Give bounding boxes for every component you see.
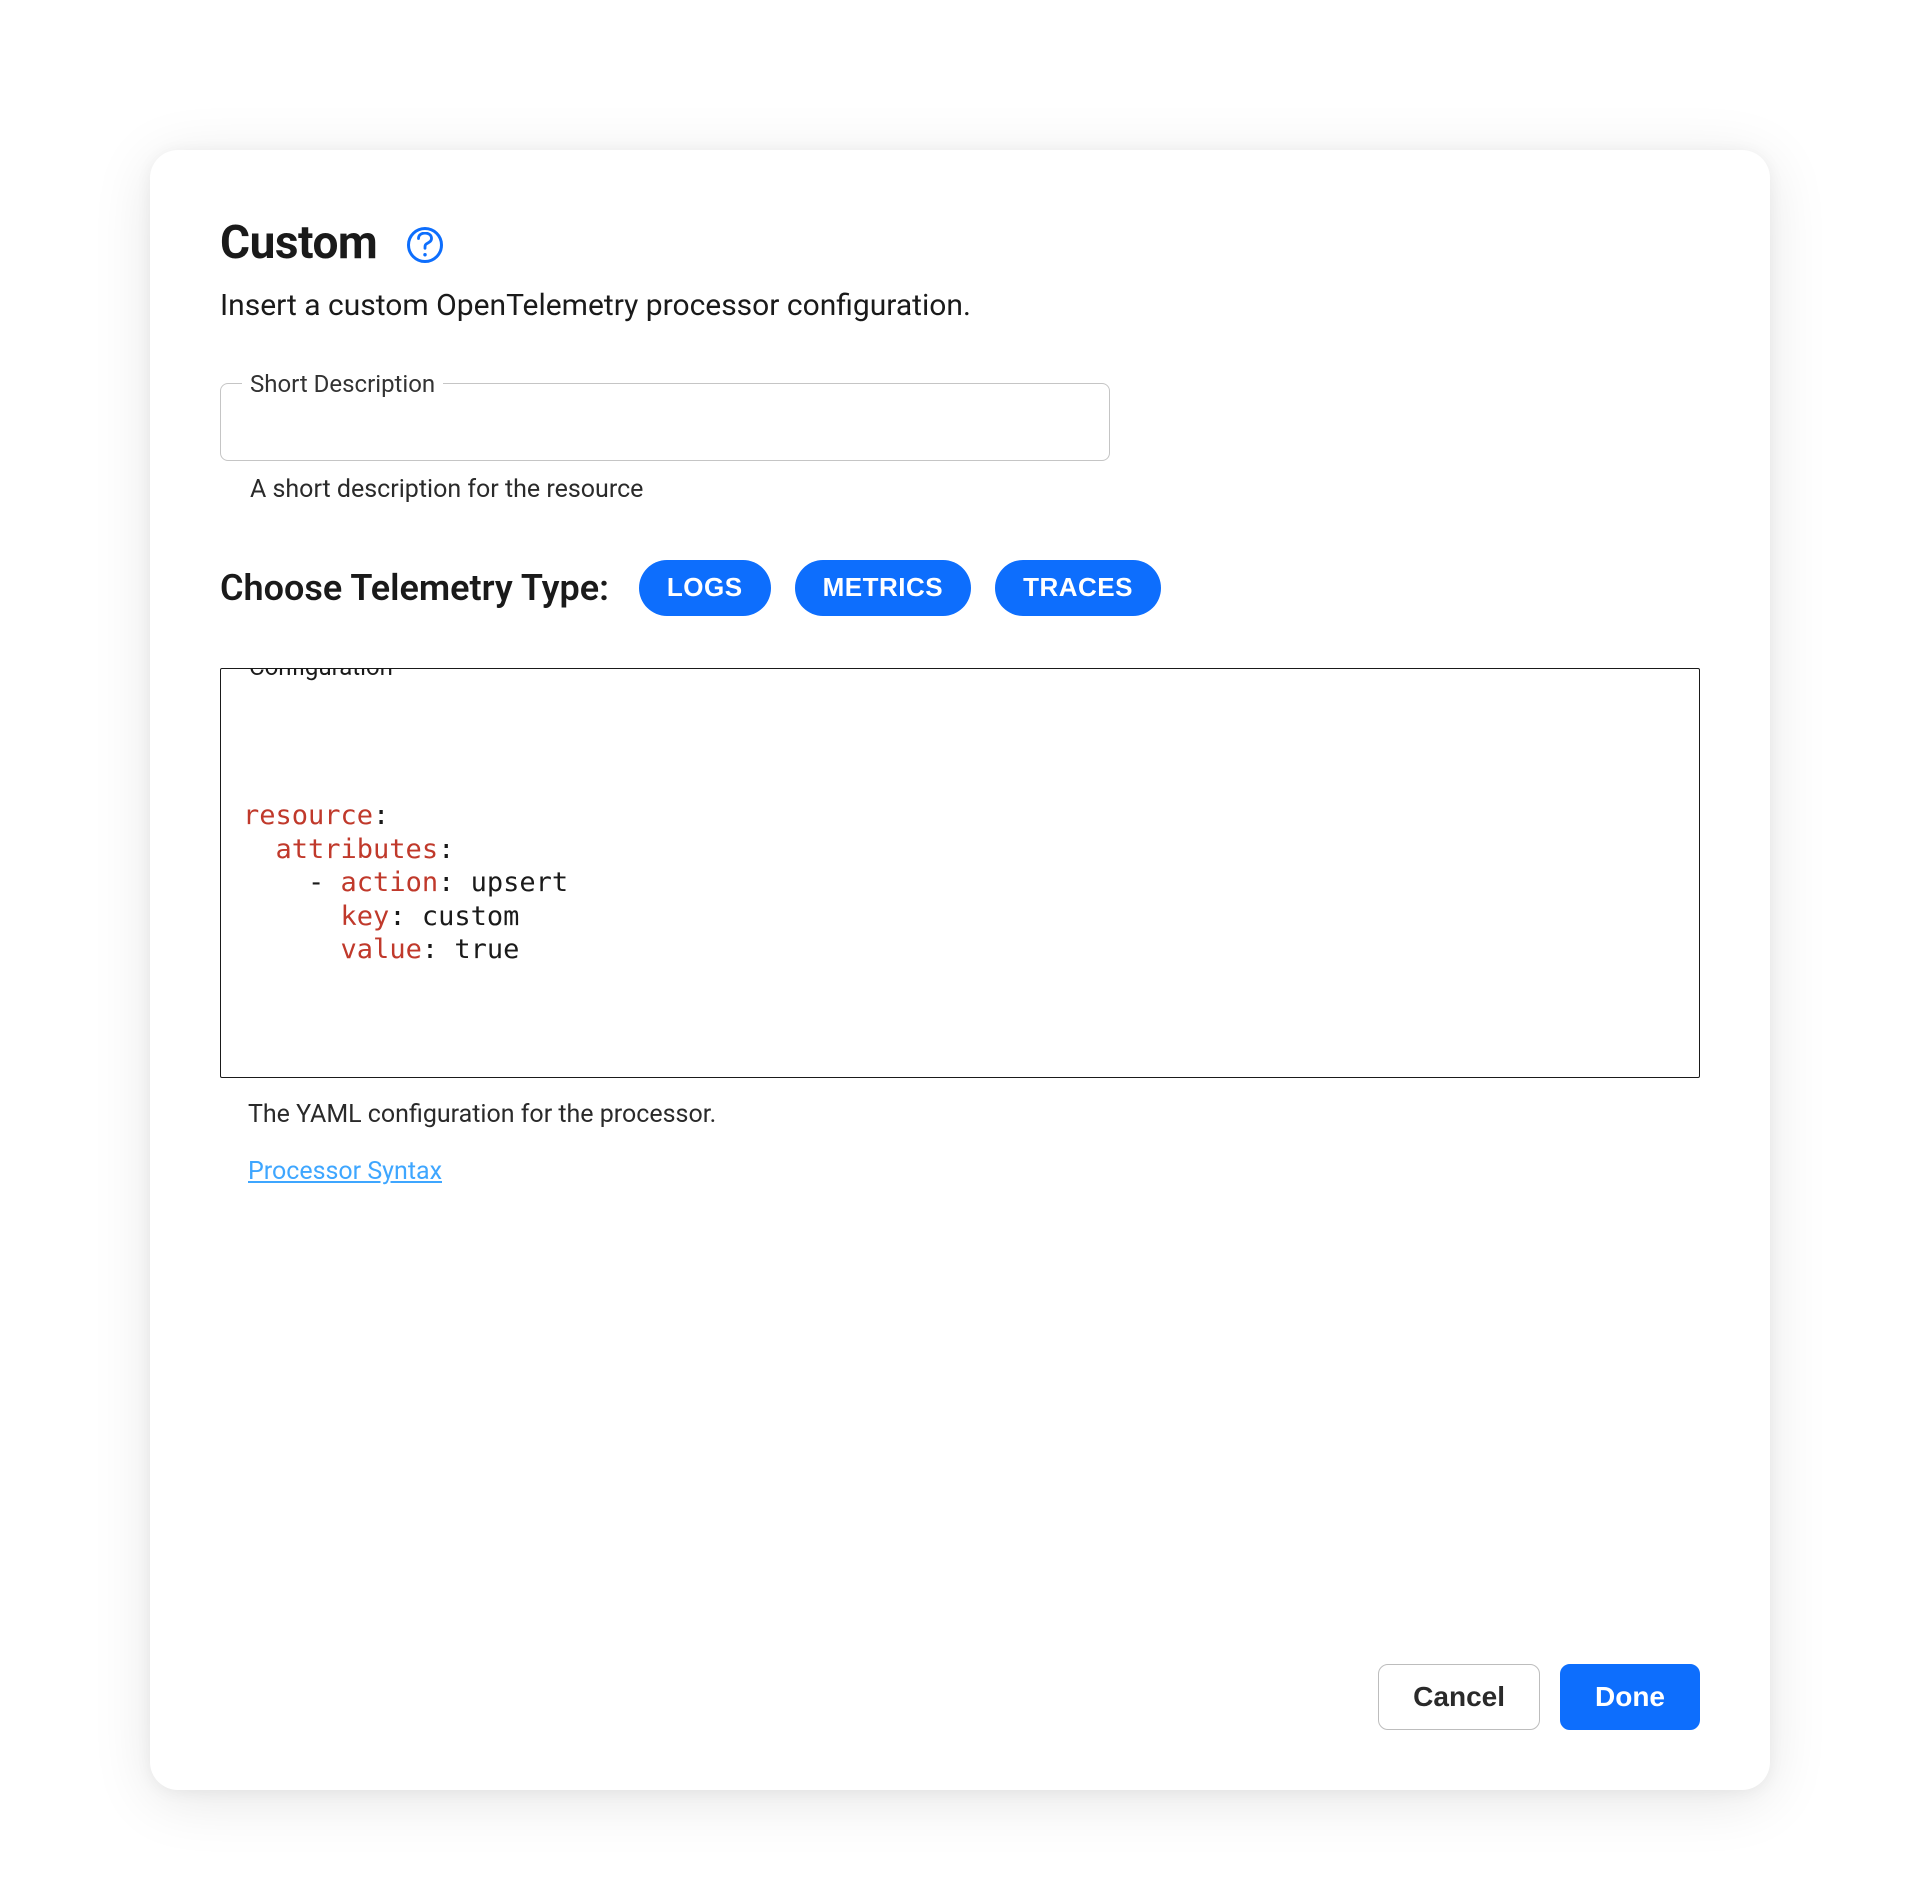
done-button[interactable]: Done xyxy=(1560,1664,1700,1730)
dialog-header: Custom xyxy=(220,216,1700,270)
configuration-helper: The YAML configuration for the processor… xyxy=(220,1100,1700,1129)
help-icon[interactable] xyxy=(407,227,443,263)
cancel-button[interactable]: Cancel xyxy=(1378,1664,1540,1730)
dialog-subtitle: Insert a custom OpenTelemetry processor … xyxy=(220,288,1700,323)
telemetry-chip-traces[interactable]: TRACES xyxy=(995,560,1161,616)
configuration-label: Configuration * xyxy=(241,668,417,683)
short-description-field-wrap: Short Description xyxy=(220,383,1700,461)
short-description-helper: A short description for the resource xyxy=(220,475,1700,504)
dialog-card: Custom Insert a custom OpenTelemetry pro… xyxy=(150,150,1770,1790)
dialog-title: Custom xyxy=(220,216,377,270)
processor-syntax-link[interactable]: Processor Syntax xyxy=(220,1157,1700,1186)
telemetry-chip-logs[interactable]: LOGS xyxy=(639,560,771,616)
telemetry-type-row: Choose Telemetry Type: LOGS METRICS TRAC… xyxy=(220,560,1700,616)
telemetry-type-label: Choose Telemetry Type: xyxy=(220,567,609,609)
configuration-yaml-content: resource: attributes: - action: upsert k… xyxy=(243,799,1677,966)
telemetry-chip-metrics[interactable]: METRICS xyxy=(795,560,972,616)
dialog-footer: Cancel Done xyxy=(220,1624,1700,1730)
short-description-label: Short Description xyxy=(242,370,443,398)
configuration-editor[interactable]: Configuration * resource: attributes: - … xyxy=(220,668,1700,1078)
